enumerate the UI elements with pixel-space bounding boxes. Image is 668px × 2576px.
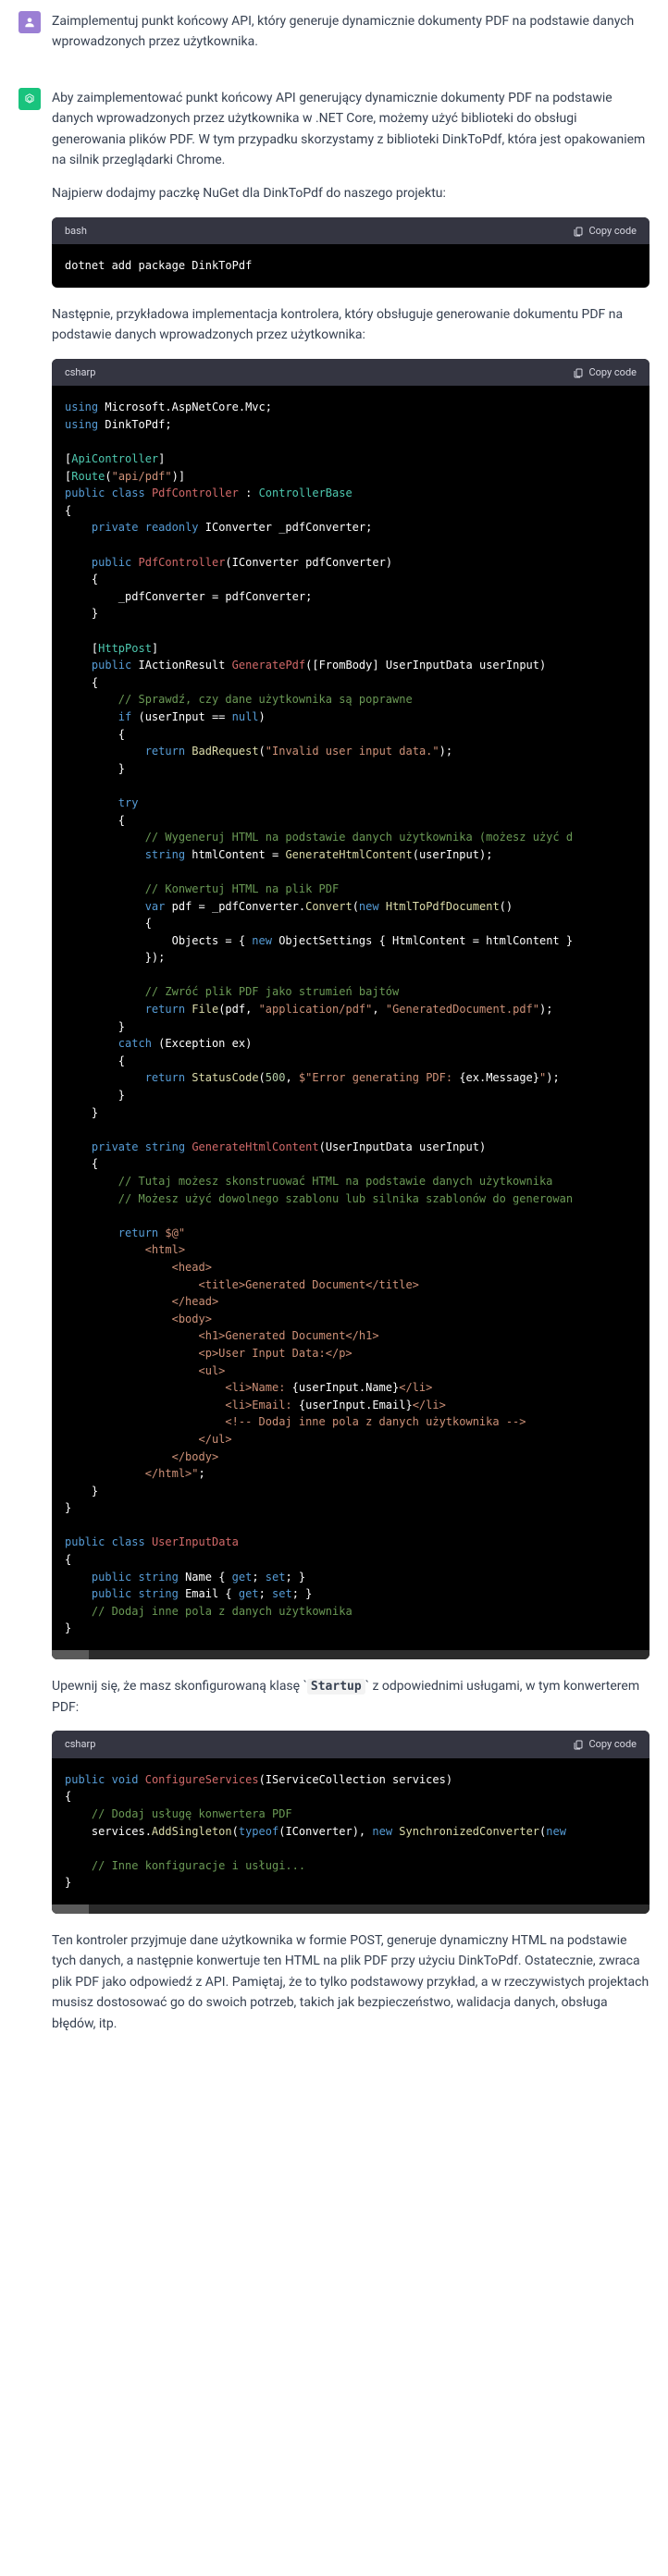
assistant-content: Aby zaimplementować punkt końcowy API ge…	[52, 88, 649, 2047]
horizontal-scrollbar[interactable]	[52, 1904, 649, 1914]
clipboard-icon	[573, 1739, 584, 1750]
code-block-csharp-startup: csharp Copy code public void ConfigureSe…	[52, 1731, 649, 1914]
code-lang-label: bash	[65, 223, 87, 240]
code-lang-label: csharp	[65, 364, 95, 381]
assistant-para-2: Najpierw dodajmy paczkę NuGet dla DinkTo…	[52, 183, 649, 203]
assistant-para-5: Ten kontroler przyjmuje dane użytkownika…	[52, 1930, 649, 2034]
openai-icon	[23, 92, 36, 105]
assistant-para-1: Aby zaimplementować punkt końcowy API ge…	[52, 88, 649, 171]
copy-button[interactable]: Copy code	[573, 223, 637, 240]
copy-button[interactable]: Copy code	[573, 1736, 637, 1753]
scrollbar-thumb[interactable]	[52, 1650, 89, 1659]
code-header: csharp Copy code	[52, 1731, 649, 1758]
code-header: bash Copy code	[52, 217, 649, 245]
copy-label: Copy code	[588, 1736, 637, 1753]
horizontal-scrollbar[interactable]	[52, 1650, 649, 1659]
clipboard-icon	[573, 226, 584, 237]
assistant-row: Aby zaimplementować punkt końcowy API ge…	[0, 77, 668, 2058]
inline-code: Startup	[307, 1679, 365, 1695]
user-row: Zaimplementuj punkt końcowy API, który g…	[0, 0, 668, 77]
code-block-csharp-controller: csharp Copy code using Microsoft.AspNetC…	[52, 359, 649, 1659]
code-header: csharp Copy code	[52, 359, 649, 387]
code-body[interactable]: public void ConfigureServices(IServiceCo…	[52, 1758, 649, 1904]
copy-label: Copy code	[588, 364, 637, 381]
clipboard-icon	[573, 367, 584, 378]
user-message-text: Zaimplementuj punkt końcowy API, który g…	[52, 11, 649, 53]
assistant-para-4: Upewnij się, że masz skonfigurowaną klas…	[52, 1676, 649, 1718]
assistant-para-3: Następnie, przykładowa implementacja kon…	[52, 304, 649, 346]
code-block-bash: bash Copy code dotnet add package DinkTo…	[52, 217, 649, 288]
user-content: Zaimplementuj punkt końcowy API, który g…	[52, 11, 649, 66]
assistant-avatar	[19, 88, 41, 110]
copy-button[interactable]: Copy code	[573, 364, 637, 381]
person-icon	[23, 16, 36, 29]
user-avatar	[19, 11, 41, 33]
scrollbar-thumb[interactable]	[52, 1904, 89, 1914]
code-body[interactable]: dotnet add package DinkToPdf	[52, 244, 649, 288]
code-lang-label: csharp	[65, 1736, 95, 1753]
code-body[interactable]: using Microsoft.AspNetCore.Mvc; using Di…	[52, 386, 649, 1650]
copy-label: Copy code	[588, 223, 637, 240]
